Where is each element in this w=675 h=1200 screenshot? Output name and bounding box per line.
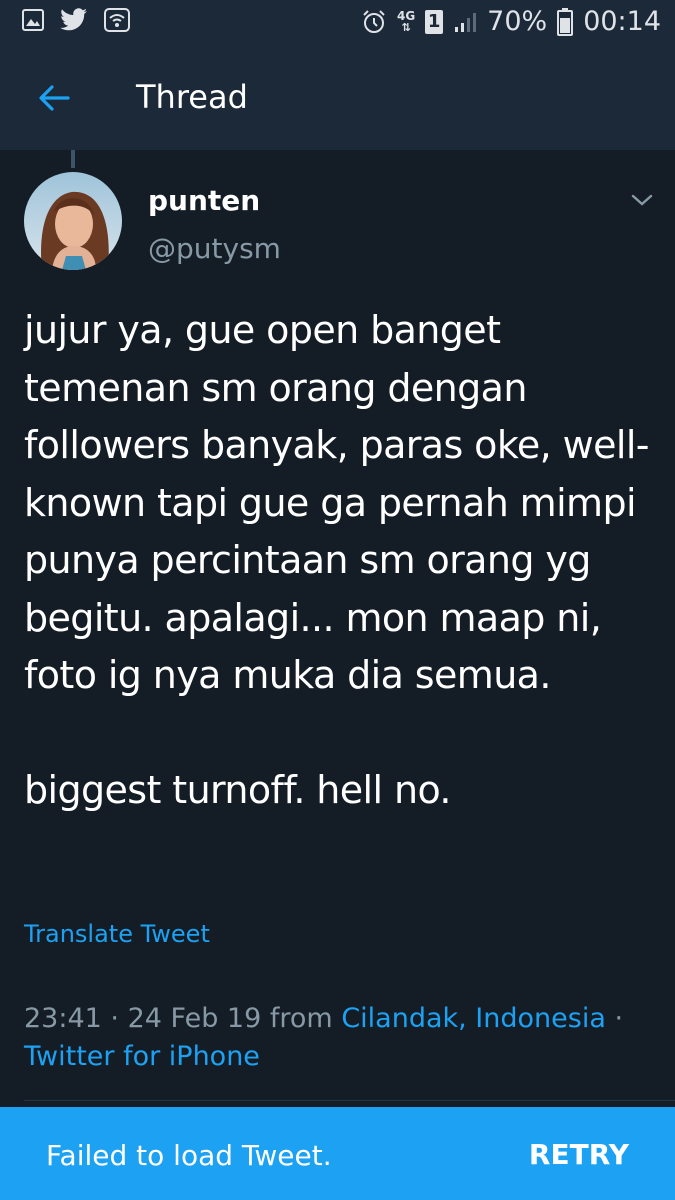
- network-type: 4G ⇅: [397, 10, 415, 34]
- user-handle[interactable]: @putysm: [148, 232, 281, 265]
- wifi-icon: [104, 8, 130, 32]
- tweet-time: 23:41: [24, 1003, 102, 1034]
- profile-photo: [24, 172, 122, 270]
- sim-slot-label: 1: [427, 11, 441, 32]
- app-header: Thread: [0, 48, 675, 150]
- network-label: 4G: [396, 8, 416, 23]
- chevron-down-icon: [631, 194, 653, 206]
- snackbar-message: Failed to load Tweet.: [46, 1139, 332, 1172]
- tweet-text: jujur ya, gue open banget temenan sm ora…: [24, 308, 650, 812]
- back-button[interactable]: [34, 78, 74, 118]
- alarm-icon: [361, 9, 387, 35]
- network-arrows-icon: ⇅: [401, 20, 411, 34]
- source-link[interactable]: Twitter for iPhone: [24, 1041, 260, 1072]
- tweet-metadata: 23:41 · 24 Feb 19 from Cilandak, Indones…: [24, 1000, 664, 1076]
- arrow-left-icon: [39, 85, 70, 111]
- retry-button[interactable]: RETRY: [529, 1138, 629, 1171]
- sim-slot-badge: 1: [425, 9, 444, 34]
- translate-tweet-link[interactable]: Translate Tweet: [24, 920, 210, 948]
- status-bar: 4G ⇅ 1 70% 00:14: [0, 0, 675, 48]
- clock: 00:14: [583, 6, 661, 37]
- location-link[interactable]: Cilandak, Indonesia: [341, 1003, 606, 1034]
- page-title: Thread: [136, 78, 248, 116]
- avatar[interactable]: [24, 172, 122, 270]
- tweet-menu-button[interactable]: [630, 190, 654, 210]
- gallery-icon: [22, 9, 44, 31]
- meta-separator: ·: [110, 1003, 119, 1034]
- from-label: from: [269, 1003, 333, 1034]
- display-name[interactable]: punten: [148, 184, 260, 217]
- status-right-icons: 4G ⇅ 1 70% 00:14: [361, 6, 661, 37]
- signal-icon: [453, 11, 477, 33]
- status-left-icons: [22, 8, 130, 32]
- twitter-icon: [60, 8, 88, 32]
- battery-percent: 70%: [487, 6, 548, 37]
- error-snackbar: Failed to load Tweet. RETRY: [0, 1107, 675, 1200]
- meta-separator: ·: [614, 1003, 624, 1034]
- divider: [24, 1100, 675, 1101]
- battery-icon: [557, 7, 574, 36]
- tweet-date: 24 Feb 19: [127, 1003, 262, 1034]
- thread-connector-line: [71, 150, 75, 168]
